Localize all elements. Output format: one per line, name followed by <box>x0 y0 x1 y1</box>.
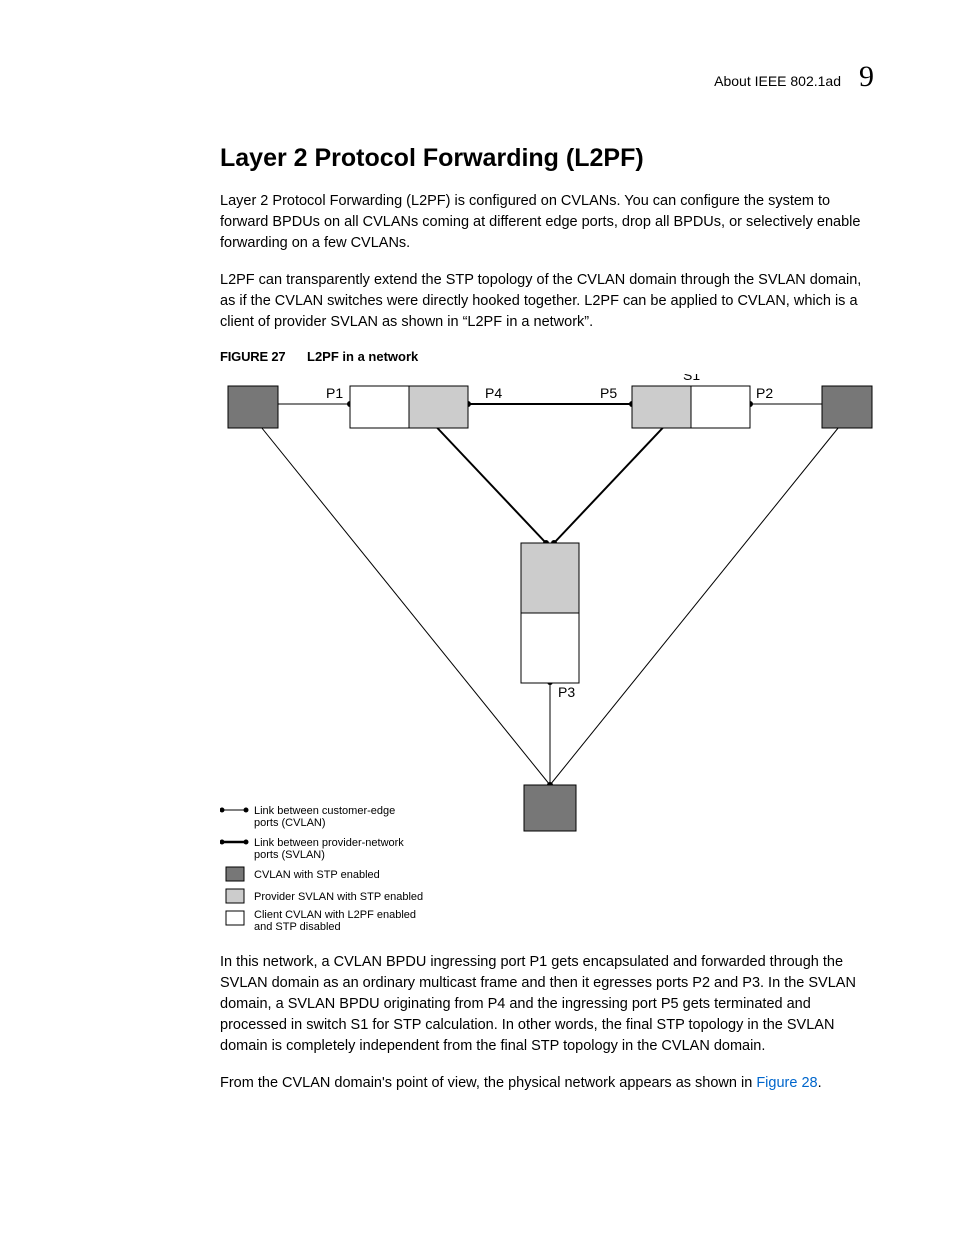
figure-diagram: P1 P4 P5 P2 P3 S1 Link between customer-… <box>220 374 880 934</box>
legend-cvlan-link: Link between customer-edge ports (CVLAN) <box>254 805 398 829</box>
port-p5: P5 <box>600 385 617 401</box>
paragraph-4: From the CVLAN domain's point of view, t… <box>220 1073 874 1094</box>
figure-label: FIGURE 27 <box>220 349 285 364</box>
page-header: About IEEE 802.1ad 9 <box>220 60 874 94</box>
page: About IEEE 802.1ad 9 Layer 2 Protocol Fo… <box>0 0 954 1150</box>
chapter-number: 9 <box>859 60 874 94</box>
legend-client-box: Client CVLAN with L2PF enabled and STP d… <box>254 909 419 933</box>
paragraph-4b: . <box>818 1075 822 1091</box>
figure-title: L2PF in a network <box>307 349 418 364</box>
paragraph-1: Layer 2 Protocol Forwarding (L2PF) is co… <box>220 191 874 254</box>
switch-s1: S1 <box>683 374 700 383</box>
port-p4: P4 <box>485 385 502 401</box>
figure-caption: FIGURE 27 L2PF in a network <box>220 349 874 364</box>
paragraph-3: In this network, a CVLAN BPDU ingressing… <box>220 952 874 1057</box>
figure-28-link[interactable]: Figure 28 <box>756 1075 817 1091</box>
port-p3: P3 <box>558 684 575 700</box>
port-p2: P2 <box>756 385 773 401</box>
legend-cvlan-box: CVLAN with STP enabled <box>254 869 380 881</box>
legend-svlan-link: Link between provider-network ports (SVL… <box>254 837 407 861</box>
breadcrumb: About IEEE 802.1ad <box>714 73 841 89</box>
paragraph-4a: From the CVLAN domain's point of view, t… <box>220 1075 756 1091</box>
paragraph-2: L2PF can transparently extend the STP to… <box>220 270 874 333</box>
section-title: Layer 2 Protocol Forwarding (L2PF) <box>220 144 874 173</box>
legend-svlan-box: Provider SVLAN with STP enabled <box>254 891 423 903</box>
port-p1: P1 <box>326 385 343 401</box>
